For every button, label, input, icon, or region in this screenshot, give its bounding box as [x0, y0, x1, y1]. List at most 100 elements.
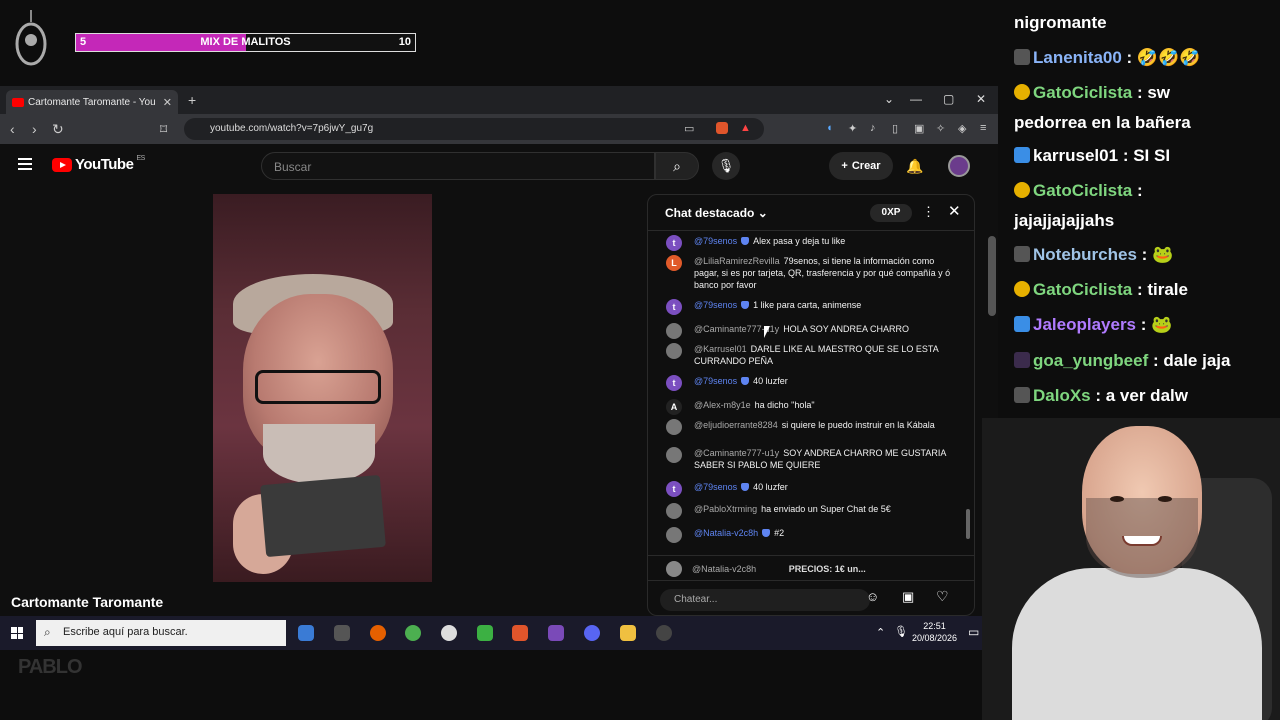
music-icon[interactable]: ♪ — [870, 122, 882, 134]
pinned-message[interactable]: @Natalia-v2c8h PRECIOS: 1€ un... — [648, 555, 974, 581]
chat-message-author[interactable]: @eljudioerrante8284 — [694, 420, 778, 430]
leo-icon[interactable]: ✧ — [936, 122, 948, 135]
chat-message[interactable]: t @79senos 40 luzfer — [666, 481, 956, 497]
chat-mode-dropdown[interactable]: Chat destacado ⌄ — [665, 206, 768, 220]
cast-icon[interactable]: ▭ — [684, 122, 696, 135]
tab-list-icon[interactable]: ⌄ — [884, 92, 894, 106]
minimize-icon[interactable]: — — [910, 92, 922, 106]
stream-chat-text: : SI SI — [1122, 146, 1171, 165]
wallet-icon[interactable]: ▣ — [914, 122, 926, 135]
video-player[interactable] — [213, 194, 432, 582]
chat-message-author[interactable]: @Natalia-v2c8h — [694, 528, 758, 538]
brave-rewards-icon[interactable]: ▲ — [740, 122, 752, 134]
chat-message-avatar — [666, 343, 682, 359]
stream-chat-line: nigromante — [1014, 8, 1107, 38]
back-icon[interactable]: ‹ — [10, 121, 15, 137]
watermark-logo: PABLO — [18, 656, 83, 678]
chat-message[interactable]: @Karrusel01 DARLE LIKE AL MAESTRO QUE SE … — [666, 343, 956, 367]
heart-icon[interactable]: ♡ — [936, 588, 949, 605]
new-tab-icon[interactable]: + — [188, 92, 196, 108]
file-explorer-icon[interactable] — [620, 625, 636, 641]
pinned-author: @Natalia-v2c8h — [692, 564, 757, 574]
youtube-logo[interactable]: YouTube ES — [52, 155, 145, 173]
menu-icon[interactable]: ≡ — [980, 122, 992, 134]
close-tab-icon[interactable]: ✕ — [163, 96, 172, 109]
vpn-icon[interactable]: ◈ — [958, 122, 970, 135]
reload-icon[interactable]: ↻ — [52, 121, 64, 138]
close-chat-icon[interactable]: ✕ — [948, 202, 961, 220]
close-window-icon[interactable]: ✕ — [976, 92, 986, 106]
chat-message[interactable]: @PabloXtrming ha enviado un Super Chat de… — [666, 503, 956, 519]
chat-message-author[interactable]: @Alex-m8y1e — [694, 400, 751, 410]
bookmark-icon[interactable]: ⌑ — [160, 121, 167, 138]
chat-message-author[interactable]: @LiliaRamirezRevilla — [694, 256, 780, 266]
chat-message[interactable]: t @79senos Alex pasa y deja tu like — [666, 235, 956, 251]
clock-date: 20/08/2026 — [912, 633, 958, 643]
chat-message-author[interactable]: @Karrusel01 — [694, 344, 747, 354]
chat-message[interactable]: @Caminante777-u1y SOY ANDREA CHARRO ME GU… — [666, 447, 956, 471]
windows-start-icon[interactable] — [11, 627, 23, 639]
chat-message-author[interactable]: @Caminante777-u1y — [694, 448, 779, 458]
notification-center-icon[interactable]: ▭ — [968, 625, 979, 639]
chat-more-icon[interactable]: ⋮ — [922, 204, 935, 220]
chat-message-avatar — [666, 527, 682, 543]
discord-icon[interactable] — [584, 625, 600, 641]
account-avatar[interactable] — [948, 155, 970, 177]
prime-badge-icon — [1014, 147, 1030, 163]
chat-scrollbar[interactable] — [966, 239, 970, 545]
super-chat-icon[interactable]: ▣ — [902, 589, 914, 605]
forward-icon[interactable]: › — [32, 121, 37, 137]
chat-message-author[interactable]: @PabloXtrming — [694, 504, 757, 514]
firefox-icon[interactable] — [370, 625, 386, 641]
search-input[interactable]: Buscar — [261, 152, 655, 180]
media-player-icon[interactable] — [441, 625, 457, 641]
tray-chevron-icon[interactable]: ⌃ — [876, 626, 885, 639]
chrome-icon[interactable] — [405, 625, 421, 641]
chat-message[interactable]: t @79senos 1 like para carta, animense — [666, 299, 956, 315]
menu-hamburger-icon[interactable] — [18, 158, 32, 170]
chat-message-author[interactable]: @79senos — [694, 300, 737, 310]
extensions-icon[interactable]: ✦ — [848, 122, 860, 135]
chat-message[interactable]: A @Alex-m8y1e ha dicho "hola" — [666, 399, 956, 415]
create-button[interactable]: + Crear — [829, 152, 893, 180]
chat-message-body: @Karrusel01 DARLE LIKE AL MAESTRO QUE SE … — [694, 343, 956, 367]
chat-input[interactable]: Chatear... — [660, 589, 870, 611]
sidebar-icon[interactable]: ▯ — [892, 122, 904, 135]
chat-scrollbar-thumb[interactable] — [966, 509, 970, 539]
brave-shield-icon[interactable] — [716, 122, 728, 134]
obs-icon[interactable] — [656, 625, 672, 641]
chat-message-avatar: t — [666, 375, 682, 391]
chat-message-body: @79senos 40 luzfer — [694, 375, 956, 387]
url-field[interactable]: youtube.com/watch?v=7p6jwY_gu7g — [184, 118, 764, 140]
emoji-icon[interactable]: ☺ — [866, 589, 879, 604]
notifications-bell-icon[interactable]: 🔔 — [906, 158, 923, 175]
youtube-logo-text: YouTube — [75, 156, 134, 173]
chat-message-author[interactable]: @79senos — [694, 376, 737, 386]
xbox-icon[interactable] — [477, 625, 493, 641]
tray-mic-icon[interactable]: 🎙 — [894, 625, 908, 638]
chat-message-author[interactable]: @79senos — [694, 482, 737, 492]
chat-message[interactable]: @Natalia-v2c8h #2 — [666, 527, 956, 543]
chat-message-text: 40 luzfer — [753, 376, 788, 386]
chat-message[interactable]: t @79senos 40 luzfer — [666, 375, 956, 391]
stream-chat-text: : sw — [1136, 83, 1170, 102]
store-icon[interactable] — [298, 625, 314, 641]
taskbar-search-input[interactable]: Escribe aquí para buscar. — [36, 620, 286, 646]
search-button[interactable]: ⌕ — [655, 152, 699, 180]
browser-tab[interactable]: Cartomante Taromante - You ✕ — [6, 90, 178, 114]
chat-message[interactable]: @Caminante777-u1y HOLA SOY ANDREA CHARRO — [666, 323, 956, 339]
voice-search-button[interactable]: 🎙 — [712, 152, 740, 180]
chat-message[interactable]: L @LiliaRamirezRevilla 79senos, si tiene l… — [666, 255, 956, 291]
chat-message-avatar — [666, 503, 682, 519]
audio-icon[interactable]: ◖ — [826, 122, 838, 134]
xp-badge[interactable]: 0XP — [870, 204, 912, 222]
app-icon-2[interactable] — [548, 625, 564, 641]
chat-message-author[interactable]: @79senos — [694, 236, 737, 246]
app-icon-1[interactable] — [334, 625, 350, 641]
page-scrollbar[interactable] — [988, 236, 996, 316]
chat-message[interactable]: @eljudioerrante8284 si quiere le puedo in… — [666, 419, 956, 435]
pinned-avatar — [666, 561, 682, 577]
brave-icon[interactable] — [512, 625, 528, 641]
taskbar-clock[interactable]: 22:51 20/08/2026 — [912, 620, 957, 644]
maximize-icon[interactable]: ▢ — [943, 92, 954, 106]
